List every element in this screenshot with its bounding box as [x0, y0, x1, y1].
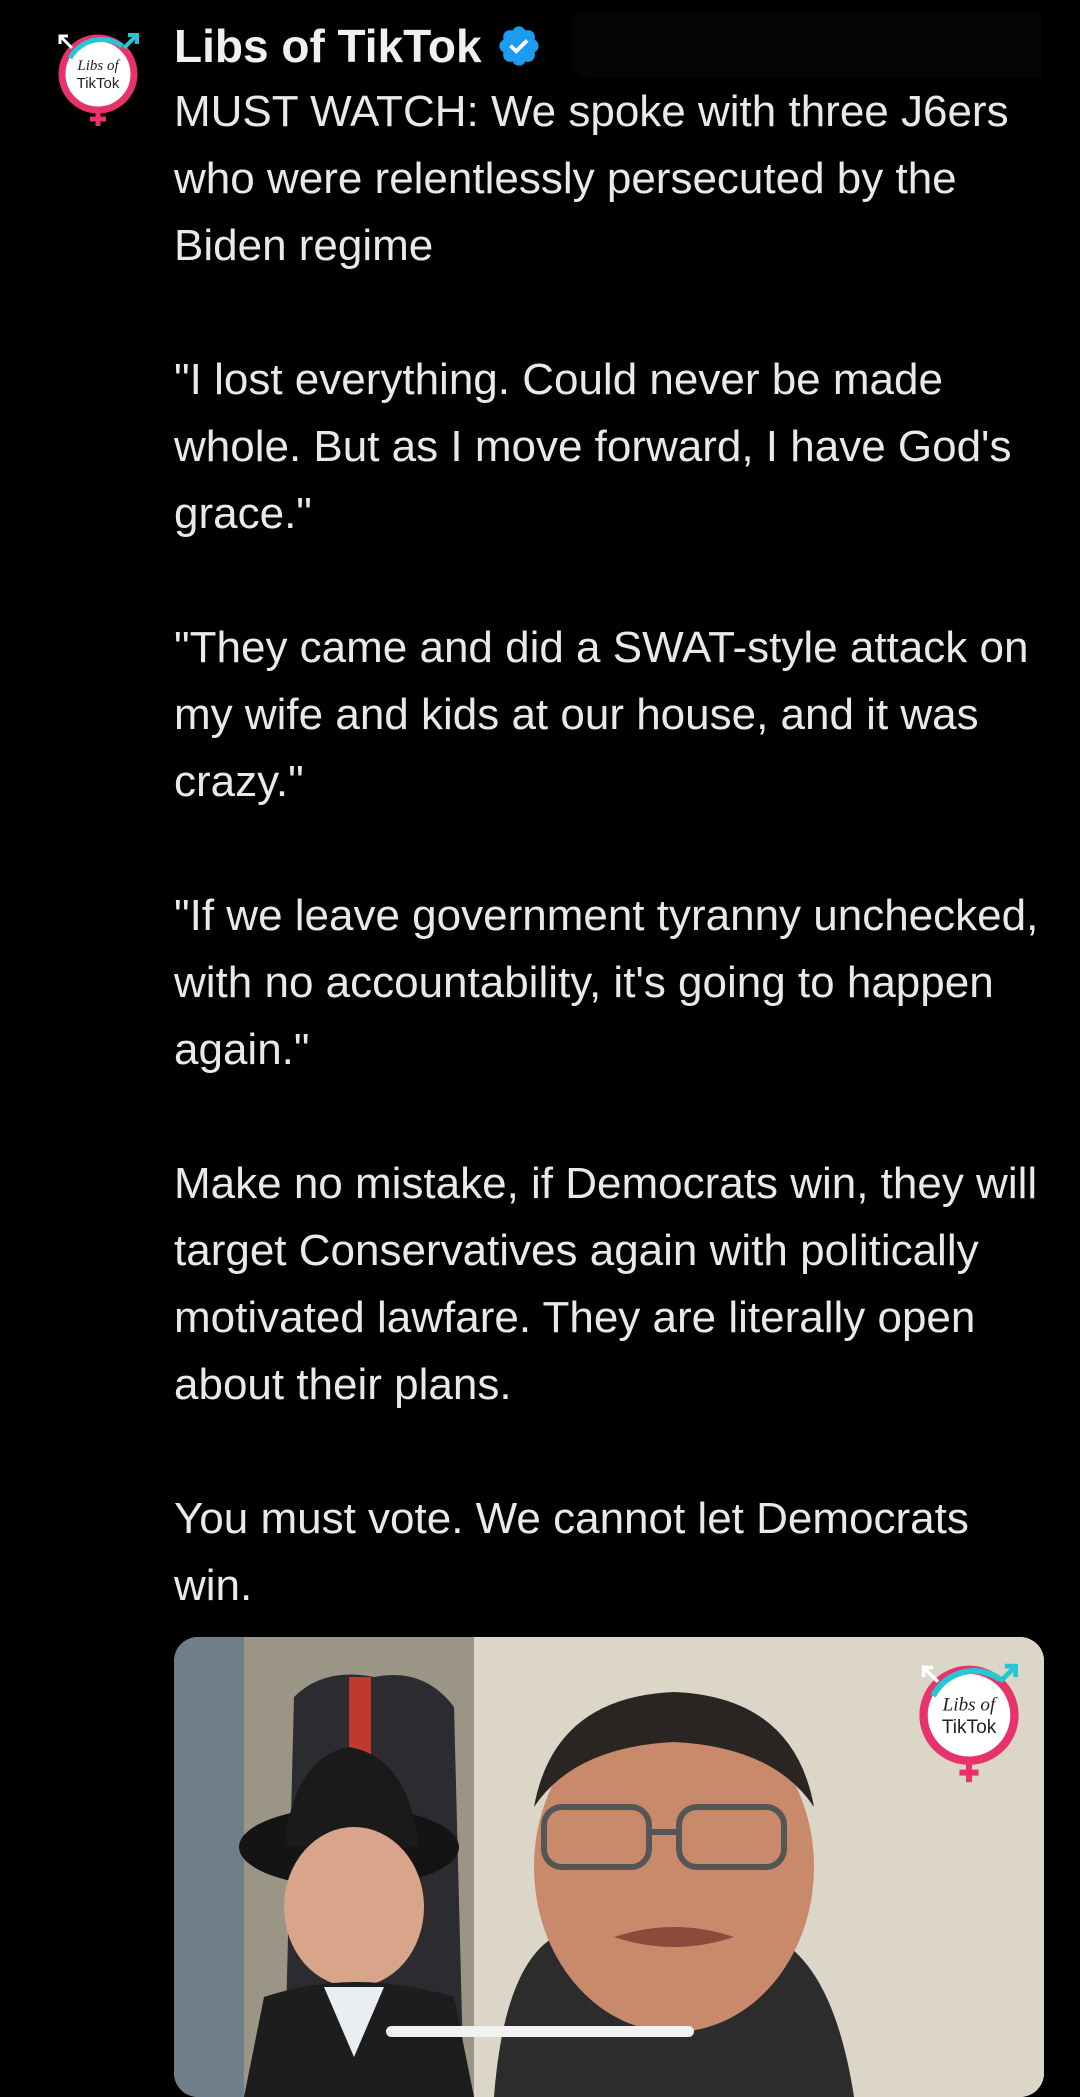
home-indicator[interactable] [386, 2026, 694, 2037]
post-header: Libs of TikTok [174, 14, 542, 78]
post-avatar[interactable]: Libs of TikTok [52, 28, 144, 128]
post-paragraph-6: You must vote. We cannot let Democrats w… [174, 1494, 969, 1610]
watermark-text-line1: Libs of [942, 1694, 998, 1715]
verified-badge-icon[interactable] [496, 23, 542, 69]
post-paragraph-1: MUST WATCH: We spoke with three J6ers wh… [174, 87, 1009, 270]
watermark-text-line2: TikTok [942, 1717, 997, 1738]
author-display-name[interactable]: Libs of TikTok [174, 19, 482, 73]
redacted-handle-overlay [572, 12, 1042, 78]
post-paragraph-2: "I lost everything. Could never be made … [174, 355, 1012, 538]
post-paragraph-5: Make no mistake, if Democrats win, they … [174, 1159, 1038, 1409]
libs-of-tiktok-logo-icon: Libs of TikTok [58, 33, 139, 126]
avatar-text-line2: TikTok [77, 75, 120, 92]
avatar-text-line1: Libs of [76, 58, 120, 74]
post-paragraph-4: "If we leave government tyranny unchecke… [174, 891, 1039, 1074]
post-paragraph-3: "They came and did a SWAT-style attack o… [174, 623, 1029, 806]
video-watermark-logo-icon: Libs of TikTok [919, 1663, 1019, 1783]
post-text: MUST WATCH: We spoke with three J6ers wh… [174, 78, 1054, 1619]
